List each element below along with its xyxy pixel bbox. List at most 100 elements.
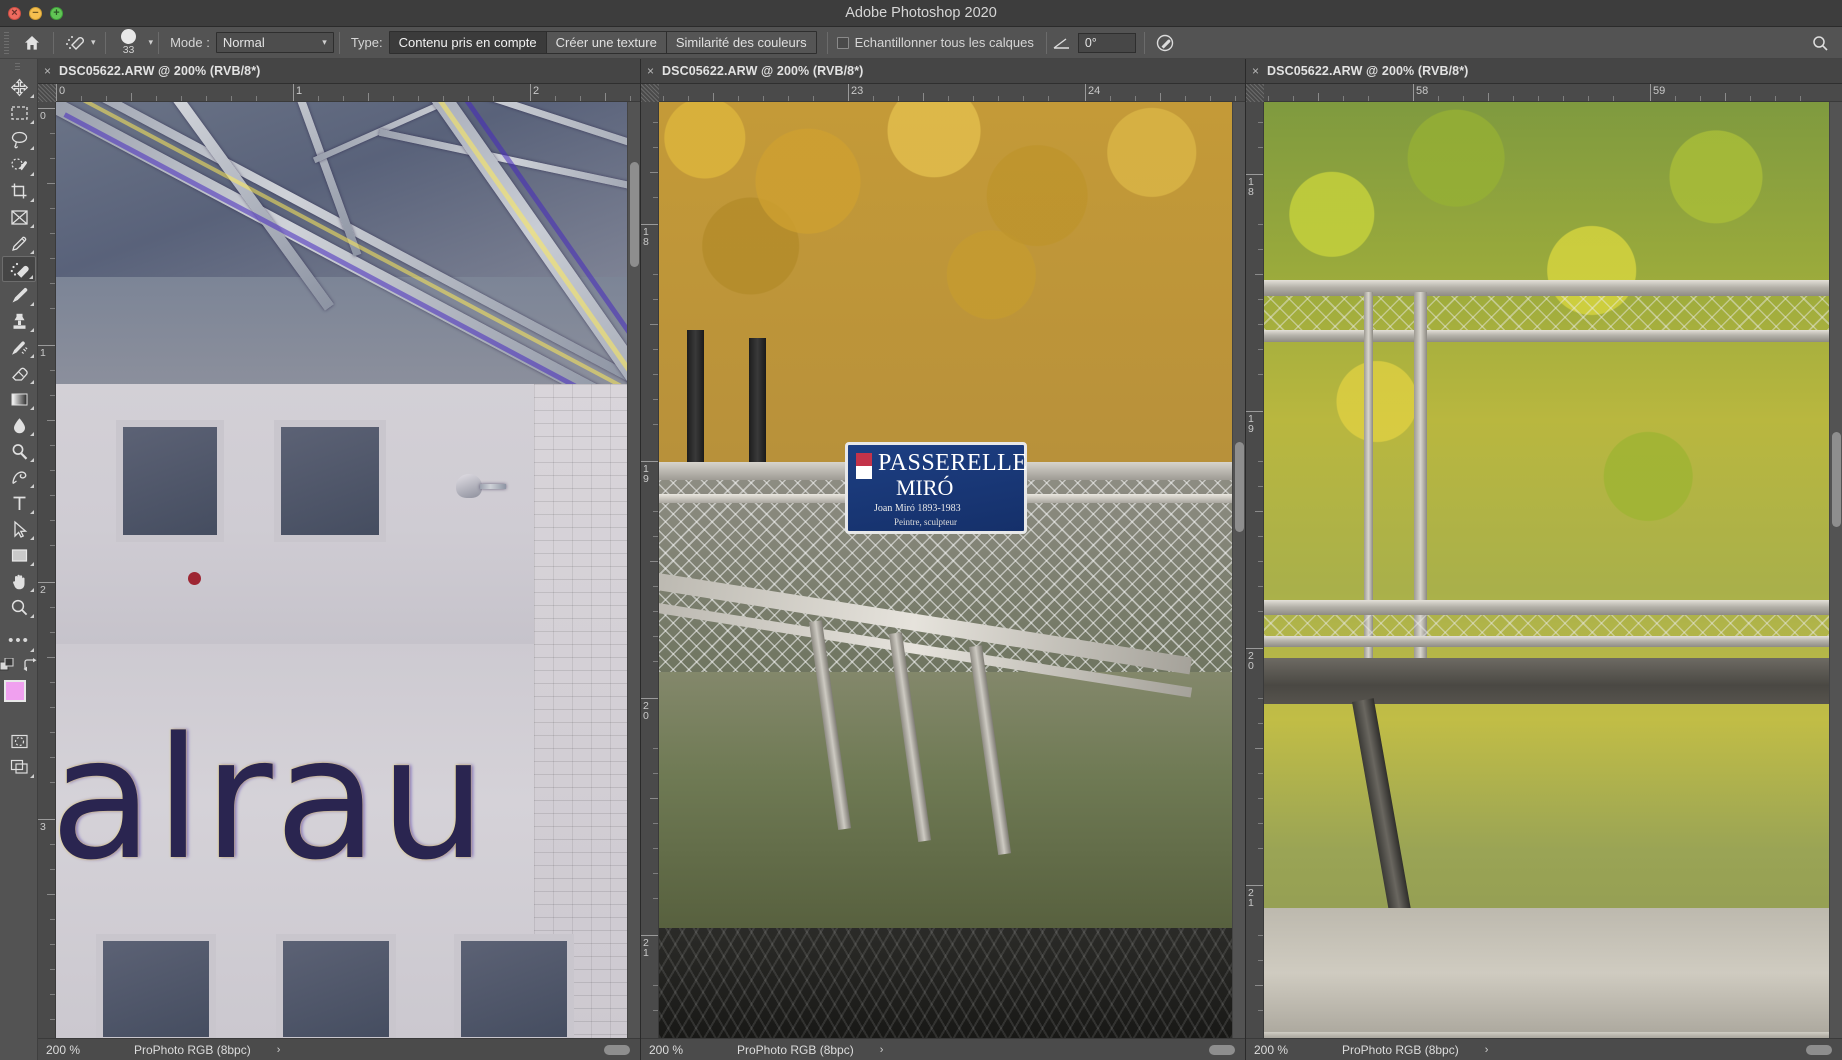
status-expand-icon[interactable]: › [880,1044,884,1056]
tool-hand[interactable] [2,568,36,594]
sample-all-layers-checkbox[interactable] [836,36,849,49]
options-bar: ▾ 33 ▾ Mode : Normal ▾ Type: Contenu pri… [0,27,1842,59]
home-icon[interactable] [16,28,48,58]
ruler-corner[interactable] [1246,84,1264,102]
horizontal-scrollbar-2[interactable] [1209,1044,1235,1055]
vertical-ruler-3[interactable]: 18 19 20 21 [1246,102,1264,1060]
chevron-down-icon: ▾ [322,37,327,47]
tool-type[interactable] [2,490,36,516]
tool-path-selection[interactable] [2,516,36,542]
tool-brush[interactable] [2,282,36,308]
color-controls-row [0,657,37,677]
canvas-1[interactable]: alrau [56,102,627,1038]
vertical-ruler-2[interactable]: 18 19 20 21 [641,102,659,1060]
horizontal-ruler-2[interactable]: 23 24 [641,84,1245,102]
type-option-color-similarity[interactable]: Similarité des couleurs [666,32,816,53]
ruler-corner[interactable] [38,84,56,102]
zoom-level-3[interactable]: 200 % [1246,1043,1310,1057]
vertical-scrollbar-2[interactable] [1232,102,1245,1038]
photo-3 [1264,102,1829,1038]
tool-move[interactable] [2,74,36,100]
document-window-2: × DSC05622.ARW @ 200% (RVB/8*) 23 24 18 … [641,59,1246,1060]
color-profile-2[interactable]: ProPhoto RGB (8bpc) › [705,1043,1209,1057]
building-letters: alrau [56,701,489,897]
ruler-corner[interactable] [641,84,659,102]
tool-zoom[interactable] [2,594,36,620]
ruler-label: 24 [1088,85,1101,97]
document-tab-3[interactable]: × DSC05622.ARW @ 200% (RVB/8*) [1246,59,1842,84]
tool-eyedropper[interactable] [2,230,36,256]
tool-lasso[interactable] [2,126,36,152]
type-t-icon [13,496,25,510]
foreground-color-swatch[interactable] [4,680,26,702]
horizontal-scrollbar-1[interactable] [604,1044,630,1055]
options-separator [338,31,340,54]
status-expand-icon[interactable]: › [1485,1044,1489,1056]
options-separator [104,31,106,54]
close-icon[interactable]: × [44,65,51,77]
tool-eraser[interactable] [2,360,36,386]
zoom-level-1[interactable]: 200 % [38,1043,102,1057]
default-colors-icon[interactable] [0,657,14,677]
swap-colors-icon[interactable] [23,657,37,677]
vertical-scrollbar-1[interactable] [627,102,640,1038]
type-option-create-texture[interactable]: Créer une texture [546,32,667,53]
photo-2: PASSERELLE MIRÓ Joan Miró 1893-1983 Pein… [659,102,1232,1038]
horizontal-scrollbar-3[interactable] [1806,1044,1832,1055]
move-icon [10,78,28,96]
vertical-ruler-1[interactable]: 0 1 2 3 [38,102,56,1060]
chevron-down-icon[interactable]: ▾ [91,38,96,47]
tool-dodge[interactable] [2,438,36,464]
quick-mask-button[interactable] [2,728,36,754]
tools-panel-grip[interactable] [13,63,23,71]
brush-size-preview[interactable]: 33 [111,28,147,58]
tool-quick-selection[interactable] [2,152,36,178]
brush-picker-chevron-down-icon[interactable]: ▾ [149,38,154,47]
tool-rectangular-marquee[interactable] [2,100,36,126]
brush-angle-control[interactable]: 0° [1052,32,1136,53]
sample-all-layers-control[interactable]: Echantillonner tous les calques [833,35,1038,50]
sign-line-2: MIRÓ [896,475,954,500]
tool-clone-stamp[interactable] [2,308,36,334]
canvas-2[interactable]: PASSERELLE MIRÓ Joan Miró 1893-1983 Pein… [659,102,1232,1038]
document-tab-2[interactable]: × DSC05622.ARW @ 200% (RVB/8*) [641,59,1245,84]
tool-history-brush[interactable] [2,334,36,360]
tool-preset-picker[interactable]: ▾ [59,29,100,57]
tool-healing-brush[interactable] [2,256,36,282]
document-tab-label: DSC05622.ARW @ 200% (RVB/8*) [59,64,261,78]
status-expand-icon[interactable]: › [277,1044,281,1056]
ruler-label: 19 [643,463,649,485]
horizontal-ruler-3[interactable]: 58 59 [1246,84,1842,102]
screen-mode-button[interactable] [2,754,36,780]
zoom-level-2[interactable]: 200 % [641,1043,705,1057]
ruler-label: 18 [1248,176,1254,198]
pressure-size-icon[interactable] [1150,29,1180,57]
document-window-3: × DSC05622.ARW @ 200% (RVB/8*) 58 59 18 … [1246,59,1842,1060]
edit-toolbar-button[interactable]: ••• [2,628,36,654]
tool-frame[interactable] [2,204,36,230]
tool-pen[interactable] [2,464,36,490]
blend-mode-select[interactable]: Normal ▾ [215,32,334,53]
ruler-label: 59 [1653,85,1666,97]
color-profile-3[interactable]: ProPhoto RGB (8bpc) › [1310,1043,1806,1057]
color-profile-1[interactable]: ProPhoto RGB (8bpc) › [102,1043,604,1057]
search-icon[interactable] [1808,32,1832,54]
close-icon[interactable]: × [647,65,654,77]
lasso-icon [11,131,27,148]
tool-gradient[interactable] [2,386,36,412]
tool-crop[interactable] [2,178,36,204]
tool-rectangle[interactable] [2,542,36,568]
horizontal-ruler-1[interactable]: 0 1 2 [38,84,640,102]
brush-angle-input[interactable]: 0° [1077,32,1136,53]
ruler-label: 2 [40,584,46,596]
document-tab-1[interactable]: × DSC05622.ARW @ 200% (RVB/8*) [38,59,640,84]
vertical-scrollbar-3[interactable] [1829,102,1842,1038]
sample-all-layers-label: Echantillonner tous les calques [854,35,1034,50]
document-window-1: × DSC05622.ARW @ 200% (RVB/8*) 0 1 2 0 1… [38,59,641,1060]
options-bar-grip[interactable] [2,31,12,54]
tool-blur[interactable] [2,412,36,438]
blur-drop-icon [13,417,25,433]
close-icon[interactable]: × [1252,65,1259,77]
canvas-3[interactable] [1264,102,1829,1038]
type-option-content-aware[interactable]: Contenu pris en compte [389,32,547,53]
